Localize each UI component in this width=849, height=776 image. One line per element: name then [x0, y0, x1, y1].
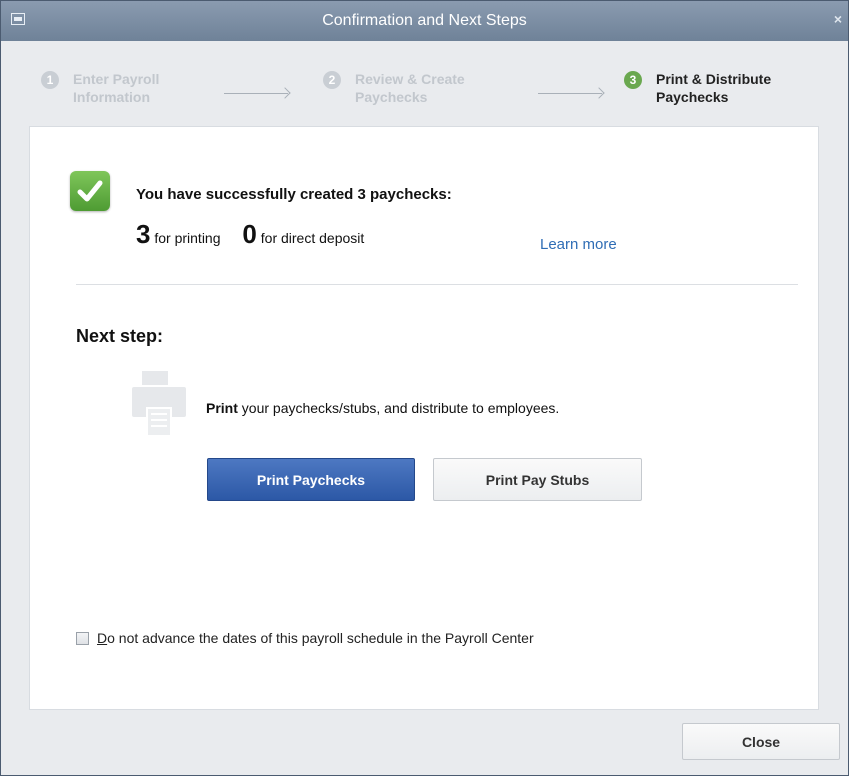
content-panel: You have successfully created 3 paycheck…: [29, 126, 819, 710]
confirmation-window: Confirmation and Next Steps × 1 Enter Pa…: [0, 0, 849, 776]
step-print-distribute: 3 Print & Distribute Paychecks: [624, 70, 806, 106]
step-arrow: [224, 93, 288, 94]
print-pay-stubs-button[interactable]: Print Pay Stubs: [433, 458, 642, 501]
step-progress: 1 Enter Payroll Information 2 Review & C…: [1, 41, 848, 126]
success-check-icon: [70, 171, 110, 211]
success-message: You have successfully created 3 paycheck…: [136, 186, 452, 203]
print-action-word: Print: [206, 400, 238, 416]
printing-label: for printing: [154, 230, 221, 246]
learn-more-link[interactable]: Learn more: [540, 236, 617, 253]
advance-dates-checkbox[interactable]: [76, 631, 89, 645]
step-number: 1: [41, 71, 59, 89]
printing-count: 3: [136, 219, 151, 249]
accelerator-key: D: [97, 630, 108, 646]
advance-dates-text: o not advance the dates of this payroll …: [107, 630, 534, 646]
step-label: Enter Payroll Information: [73, 71, 160, 105]
step-label: Review & Create Paychecks: [355, 71, 465, 105]
step-review-create: 2 Review & Create Paychecks: [323, 70, 495, 106]
print-instruction-text: your paychecks/stubs, and distribute to …: [237, 400, 560, 416]
paycheck-counts: 3 for printing 0 for direct deposit: [136, 219, 364, 250]
close-button[interactable]: Close: [682, 723, 840, 760]
printer-icon: [132, 371, 186, 437]
divider: [76, 284, 798, 285]
step-number: 2: [323, 71, 341, 89]
title-bar: Confirmation and Next Steps ×: [1, 1, 848, 41]
advance-dates-label[interactable]: Do not advance the dates of this payroll…: [97, 630, 534, 646]
step-enter-payroll: 1 Enter Payroll Information: [41, 70, 183, 106]
deposit-count: 0: [242, 219, 257, 249]
step-arrow: [538, 93, 602, 94]
step-label: Print & Distribute Paychecks: [656, 71, 772, 105]
advance-dates-option[interactable]: Do not advance the dates of this payroll…: [76, 630, 534, 646]
window-title: Confirmation and Next Steps: [322, 12, 527, 29]
print-paychecks-button[interactable]: Print Paychecks: [207, 458, 415, 501]
next-step-heading: Next step:: [76, 326, 164, 346]
close-icon[interactable]: ×: [834, 11, 842, 27]
deposit-label: for direct deposit: [260, 230, 365, 246]
step-number: 3: [624, 71, 642, 89]
print-instruction: Print your paychecks/stubs, and distribu…: [206, 400, 559, 416]
